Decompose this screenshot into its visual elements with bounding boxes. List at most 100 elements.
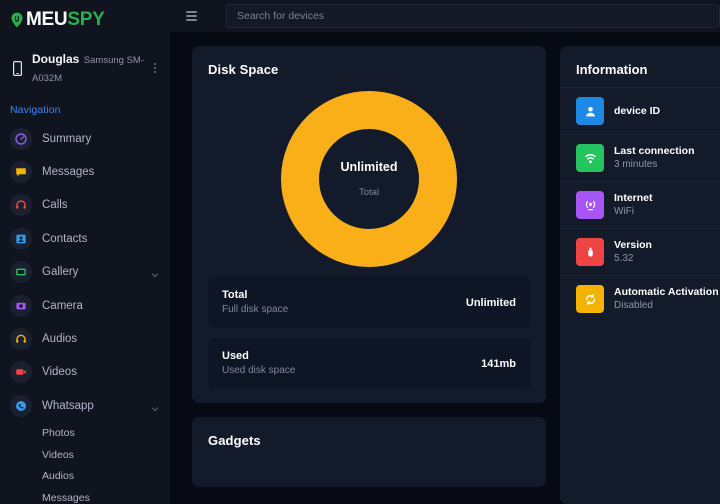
sidebar-item-calls[interactable]: Calls xyxy=(0,189,170,222)
sidebar-item-gallery[interactable]: Gallery xyxy=(0,256,170,289)
disk-space-title: Disk Space xyxy=(208,62,279,77)
info-version-label: Version xyxy=(614,239,652,251)
info-internet-value: WiFi xyxy=(614,206,634,217)
sidebar-item-camera[interactable]: Camera xyxy=(0,289,170,322)
navigation-list: Summary Messages Calls Contacts Gallery … xyxy=(0,122,170,504)
info-last-connection-meta: Last connection 3 minutes xyxy=(614,144,695,172)
sidebar-item-label: Camera xyxy=(42,299,83,312)
info-last-connection-label: Last connection xyxy=(614,145,695,157)
sidebar: MEUSPY Douglas Samsung SM-A032M Navigati… xyxy=(0,0,170,504)
donut-label: Total xyxy=(358,187,380,198)
message-icon xyxy=(10,161,32,184)
top-bar xyxy=(170,0,720,32)
info-automatic-activation-meta: Automatic Activation Disabled xyxy=(614,285,719,313)
sidebar-item-videos[interactable]: Videos xyxy=(0,356,170,389)
device-meta: Douglas Samsung SM-A032M xyxy=(32,50,148,86)
device-name: Douglas xyxy=(32,52,80,66)
navigation-section-label: Navigation xyxy=(10,104,61,116)
disk-space-chart: Unlimited Total xyxy=(192,77,546,277)
search-container xyxy=(226,4,720,28)
sidebar-item-label: Contacts xyxy=(42,232,88,245)
hamburger-icon[interactable] xyxy=(186,7,204,25)
sidebar-item-label: Videos xyxy=(42,366,77,379)
sidebar-item-messages[interactable]: Messages xyxy=(0,155,170,188)
disk-total-value: Unlimited xyxy=(465,296,516,309)
info-device-id-label: device ID xyxy=(614,105,661,117)
main-area: Disk Space Unlimited Total xyxy=(170,0,720,504)
wifi-icon xyxy=(576,191,604,219)
gadgets-card: Gadgets xyxy=(192,417,546,487)
bug-icon xyxy=(576,238,604,266)
logo-text: MEUSPY xyxy=(26,9,105,31)
phone-icon xyxy=(10,60,24,76)
disk-total-meta: Total Full disk space xyxy=(222,288,288,317)
headphones-icon xyxy=(10,328,32,351)
logo-text-primary: MEU xyxy=(26,9,68,30)
disk-used-meta: Used Used disk space xyxy=(222,349,295,378)
sidebar-item-label: Audios xyxy=(42,333,78,346)
donut-chart: Unlimited Total xyxy=(281,91,457,267)
info-automatic-activation-label: Automatic Activation xyxy=(614,286,719,298)
sidebar-item-label: Whatsapp xyxy=(42,399,94,412)
info-row-device-id: device ID xyxy=(560,87,720,134)
sidebar-item-whatsapp[interactable]: Whatsapp xyxy=(0,389,170,422)
chevron-down-icon[interactable] xyxy=(150,401,160,412)
headset-icon xyxy=(10,194,32,217)
disk-used-desc: Used disk space xyxy=(222,365,296,376)
disk-used-row: Used Used disk space 141mb xyxy=(208,338,530,389)
app-root: MEUSPY Douglas Samsung SM-A032M Navigati… xyxy=(0,0,720,504)
sidebar-item-summary[interactable]: Summary xyxy=(0,122,170,155)
content-area: Disk Space Unlimited Total Total Full di… xyxy=(170,32,720,504)
gadgets-title: Gadgets xyxy=(208,433,261,448)
camera-icon xyxy=(10,294,32,317)
sidebar-subitem-videos[interactable]: Videos xyxy=(0,444,170,466)
info-row-internet: Internet WiFi xyxy=(560,181,720,228)
donut-value: Unlimited xyxy=(340,160,398,174)
chevron-down-icon[interactable] xyxy=(150,267,160,278)
disk-used-value: 141mb xyxy=(481,357,516,370)
sidebar-item-label: Messages xyxy=(42,166,95,179)
right-column: Information device ID Last connection 3 … xyxy=(560,46,720,504)
search-input[interactable] xyxy=(226,4,720,28)
information-card: Information device ID Last connection 3 … xyxy=(560,46,720,504)
info-version-meta: Version 5.32 xyxy=(614,238,652,266)
info-internet-meta: Internet WiFi xyxy=(614,191,653,219)
video-icon xyxy=(10,361,32,384)
info-row-last-connection: Last connection 3 minutes xyxy=(560,134,720,181)
info-row-automatic-activation: Automatic Activation Disabled xyxy=(560,275,720,322)
info-row-version: Version 5.32 xyxy=(560,228,720,275)
whatsapp-icon xyxy=(10,394,32,417)
info-device-id-meta: device ID xyxy=(614,104,660,118)
left-column: Disk Space Unlimited Total Total Full di… xyxy=(192,46,546,504)
disk-total-label: Total xyxy=(222,289,248,301)
refresh-icon xyxy=(576,285,604,313)
speedometer-icon xyxy=(10,127,32,150)
sidebar-subitem-audios[interactable]: Audios xyxy=(0,466,170,488)
donut-center-label: Unlimited Total xyxy=(281,91,457,267)
disk-used-label: Used xyxy=(222,350,249,362)
sidebar-subitem-photos[interactable]: Photos xyxy=(0,423,170,445)
sidebar-item-label: Summary xyxy=(42,132,92,145)
information-title: Information xyxy=(576,62,648,77)
sidebar-item-contacts[interactable]: Contacts xyxy=(0,222,170,255)
gallery-icon xyxy=(10,261,32,284)
device-selector[interactable]: Douglas Samsung SM-A032M xyxy=(0,40,170,96)
disk-space-card: Disk Space Unlimited Total Total Full di… xyxy=(192,46,546,403)
info-version-value: 5.32 xyxy=(614,253,634,264)
disk-total-row: Total Full disk space Unlimited xyxy=(208,277,530,328)
sidebar-item-label: Calls xyxy=(42,199,68,212)
sidebar-item-label: Gallery xyxy=(42,266,79,279)
app-logo[interactable]: MEUSPY xyxy=(0,4,170,36)
disk-total-desc: Full disk space xyxy=(222,304,289,315)
info-automatic-activation-value: Disabled xyxy=(614,300,653,311)
person-icon xyxy=(576,97,604,125)
connection-icon xyxy=(576,144,604,172)
location-pin-icon xyxy=(10,12,24,28)
contact-card-icon xyxy=(10,227,32,250)
logo-text-accent: SPY xyxy=(67,9,105,30)
info-internet-label: Internet xyxy=(614,192,653,204)
sidebar-item-audios[interactable]: Audios xyxy=(0,322,170,355)
info-last-connection-value: 3 minutes xyxy=(614,159,658,170)
sidebar-subitem-messages[interactable]: Messages xyxy=(0,487,170,504)
more-vertical-icon[interactable] xyxy=(148,63,162,73)
